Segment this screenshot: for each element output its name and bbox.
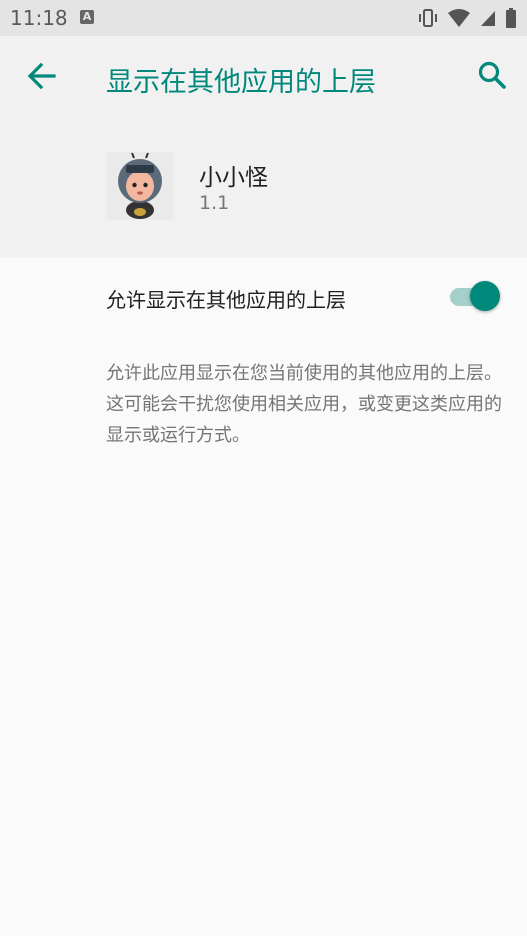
arrow-back-icon [27, 62, 56, 90]
page-title: 显示在其他应用的上层 [106, 67, 376, 98]
overlay-permission-toggle[interactable] [448, 280, 500, 312]
overlay-permission-row[interactable]: 允许显示在其他应用的上层 [0, 258, 527, 336]
wifi-icon [448, 9, 470, 27]
search-icon [478, 61, 506, 89]
a-icon: A [80, 10, 94, 24]
search-button[interactable] [473, 56, 513, 96]
status-time: 11:18 [10, 6, 68, 30]
app-character-icon [118, 152, 162, 219]
back-button[interactable] [22, 56, 62, 96]
app-icon [106, 152, 174, 220]
toggle-thumb [470, 281, 500, 311]
setting-description: 允许此应用显示在您当前使用的其他应用的上层。这可能会干扰您使用相关应用，或变更这… [106, 363, 502, 446]
cellular-icon [481, 11, 495, 26]
setting-label: 允许显示在其他应用的上层 [106, 288, 346, 312]
status-icons [417, 8, 517, 28]
vibrate-icon [419, 9, 437, 27]
app-bar: 显示在其他应用的上层 [0, 36, 527, 118]
app-name: 小小怪 [199, 165, 268, 191]
app-header: 小小怪 1.1 [0, 118, 527, 258]
battery-icon [506, 8, 516, 28]
app-version: 1.1 [199, 192, 230, 214]
status-bar: 11:18 A [0, 0, 527, 36]
